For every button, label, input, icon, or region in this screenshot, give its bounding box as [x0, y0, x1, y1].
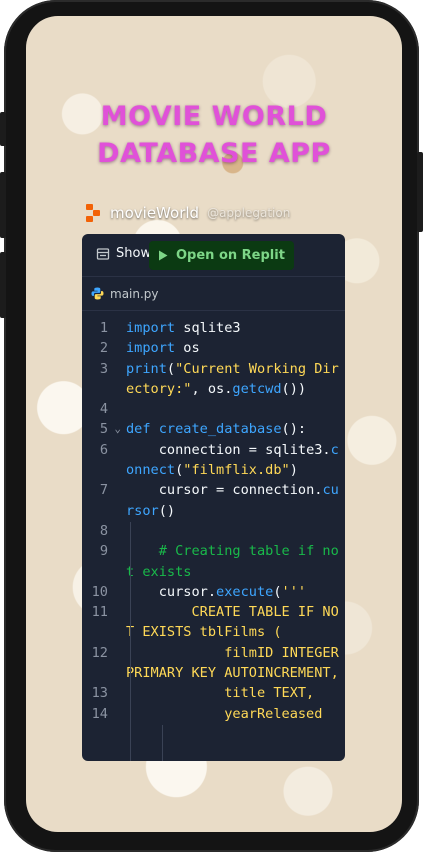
- code-line: 12 filmID INTEGER PRIMARY KEY AUTOINCREM…: [82, 643, 345, 684]
- title-line-2: DATABASE APP: [97, 138, 331, 169]
- line-number: 13: [91, 685, 108, 702]
- line-number: 10: [91, 583, 108, 600]
- line-number: 11: [91, 604, 108, 621]
- line-number: 4: [99, 401, 108, 418]
- code-line: 5 ⌄ def create_database():: [82, 419, 345, 439]
- code-line: 8: [82, 521, 345, 541]
- open-label: Open on Replit: [176, 248, 285, 263]
- code-line: 13 title TEXT,: [82, 683, 345, 703]
- code-line: 3 print("Current Working Directory:", os…: [82, 359, 345, 400]
- code-line: 11 CREATE TABLE IF NOT EXISTS tblFilms (: [82, 602, 345, 643]
- line-number: 6: [99, 441, 108, 458]
- line-number: 12: [91, 644, 108, 661]
- volume-down-button: [0, 252, 6, 318]
- indent-guide: [130, 522, 131, 761]
- replit-logo-icon: [86, 204, 102, 222]
- replit-embed: Show Open on Replit main.py 1 import sql…: [82, 234, 345, 761]
- line-number-value: 5: [99, 421, 108, 438]
- chevron-down-icon[interactable]: ⌄: [114, 419, 121, 439]
- code-line: 1 import sqlite3: [82, 318, 345, 338]
- phone-frame: MOVIE WORLD DATABASE APP movieWorld @app…: [4, 0, 419, 852]
- screen: MOVIE WORLD DATABASE APP movieWorld @app…: [26, 16, 402, 832]
- mute-switch: [0, 112, 6, 146]
- author-bar[interactable]: movieWorld @applegation: [86, 204, 290, 222]
- show-files-button[interactable]: Show: [96, 246, 151, 261]
- line-number: 8: [99, 522, 108, 539]
- embed-toolbar: Show Open on Replit: [82, 234, 345, 277]
- line-number: 1: [99, 320, 108, 336]
- open-on-replit-button[interactable]: Open on Replit: [149, 241, 294, 270]
- show-label: Show: [116, 246, 152, 261]
- code-line: 9 # Creating table if not exists: [82, 541, 345, 582]
- author-name[interactable]: movieWorld: [110, 204, 199, 222]
- volume-up-button: [0, 172, 6, 238]
- author-handle[interactable]: @applegation: [207, 206, 290, 220]
- power-button: [417, 152, 423, 232]
- line-number: 7: [99, 482, 108, 499]
- line-number: 3: [99, 360, 108, 377]
- indent-guide: [162, 725, 163, 761]
- files-icon: [96, 247, 110, 260]
- line-number: 5 ⌄: [82, 419, 126, 439]
- title-line-1: MOVIE WORLD: [100, 101, 328, 132]
- file-tab[interactable]: main.py: [82, 277, 345, 311]
- code-line: 6 connection = sqlite3.connect("filmflix…: [82, 440, 345, 481]
- code-line: 2 import os: [82, 338, 345, 358]
- code-line: 10 cursor.execute(''': [82, 582, 345, 602]
- code-editor[interactable]: 1 import sqlite3 2 import os 3 print("Cu…: [82, 311, 345, 761]
- file-name: main.py: [110, 286, 159, 301]
- line-number: 14: [91, 705, 108, 722]
- python-icon: [91, 287, 104, 300]
- code-line: 14 yearReleased: [82, 704, 345, 724]
- code-line: 7 cursor = connection.cursor(): [82, 480, 345, 521]
- line-number: 9: [99, 543, 108, 560]
- line-number: 2: [99, 340, 108, 357]
- play-icon: [159, 250, 168, 261]
- code-line: 4: [82, 399, 345, 419]
- page-title: MOVIE WORLD DATABASE APP: [26, 98, 402, 172]
